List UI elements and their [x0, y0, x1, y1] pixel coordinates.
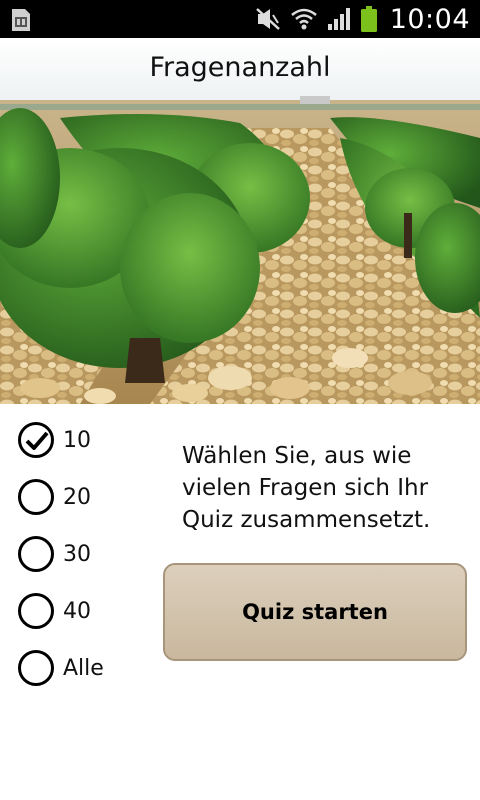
radio-option-40[interactable]: 40 — [18, 591, 148, 631]
radio-unchecked-icon[interactable] — [18, 479, 54, 515]
radio-option-10[interactable]: 10 — [18, 420, 148, 460]
mute-icon — [255, 8, 280, 30]
checkmark-icon — [25, 431, 49, 450]
radio-option-all[interactable]: Alle — [18, 648, 148, 688]
radio-unchecked-icon[interactable] — [18, 536, 54, 572]
page-title: Fragenanzahl — [149, 52, 331, 83]
instructions-text: Wählen Sie, aus wie vielen Fragen sich I… — [182, 443, 431, 533]
vineyard-header-image: Fragenanzahl — [0, 38, 480, 404]
radio-label: 30 — [63, 541, 91, 567]
start-quiz-button[interactable]: Quiz starten — [163, 563, 467, 661]
radio-label: 40 — [63, 598, 91, 624]
radio-option-20[interactable]: 20 — [18, 477, 148, 517]
radio-unchecked-icon[interactable] — [18, 593, 54, 629]
radio-label: 10 — [63, 427, 91, 453]
radio-label: 20 — [63, 484, 91, 510]
radio-checked-icon[interactable] — [18, 422, 54, 458]
radio-unchecked-icon[interactable] — [18, 650, 54, 686]
status-bar: 10:04 — [0, 0, 480, 38]
signal-icon — [327, 8, 350, 30]
clock: 10:04 — [389, 3, 470, 35]
sim-card-icon — [12, 9, 30, 31]
wifi-icon — [290, 8, 317, 30]
radio-option-30[interactable]: 30 — [18, 534, 148, 574]
battery-icon — [360, 6, 377, 32]
radio-label: Alle — [63, 655, 104, 681]
vineyard-photo — [0, 38, 480, 404]
